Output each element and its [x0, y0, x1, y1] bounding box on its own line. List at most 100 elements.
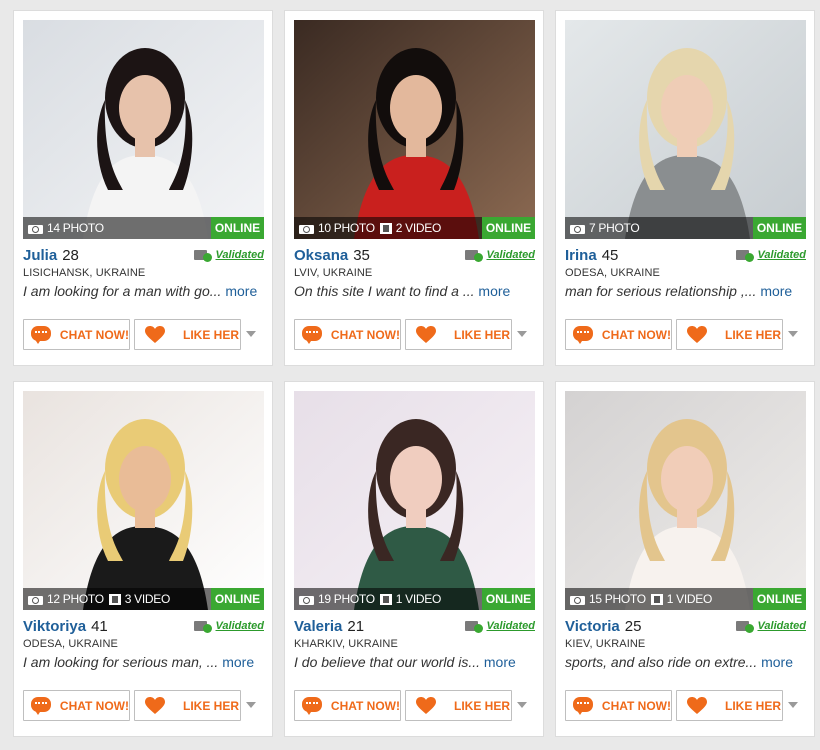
profile-card[interactable]: 7 PHOTO ONLINE Irina 45 Validated ODESA, UKRA… [555, 10, 815, 366]
heart-icon [416, 696, 436, 715]
profile-name[interactable]: Viktoriya [23, 618, 86, 635]
chat-now-button[interactable]: CHAT NOW! [294, 690, 401, 721]
profile-age: 35 [353, 246, 370, 264]
bio-text: I am looking for a man with go... [23, 283, 222, 299]
validated-link[interactable]: Validated [735, 249, 807, 262]
profile-photo[interactable]: 10 PHOTO 2 VIDEO ONLINE [294, 20, 535, 239]
online-badge: ONLINE [482, 588, 535, 610]
online-badge: ONLINE [753, 217, 806, 239]
chat-now-label: CHAT NOW! [59, 327, 129, 342]
more-options-caret-icon[interactable] [517, 331, 527, 337]
profile-name[interactable]: Victoria [565, 618, 620, 635]
profile-card[interactable]: 19 PHOTO 1 VIDEO ONLINE Valeria 21 Validated K… [284, 381, 544, 737]
like-her-label: LIKE HER [725, 327, 782, 342]
camera-icon [28, 223, 43, 234]
name-row: Viktoriya 41 Validated [23, 617, 264, 635]
profile-card[interactable]: 12 PHOTO 3 VIDEO ONLINE Viktoriya 41 Validate… [13, 381, 273, 737]
like-her-button[interactable]: LIKE HER [405, 319, 512, 350]
validated-label: Validated [215, 620, 265, 632]
more-link[interactable]: more [484, 654, 516, 670]
profile-photo[interactable]: 12 PHOTO 3 VIDEO ONLINE [23, 391, 264, 610]
online-badge: ONLINE [211, 588, 264, 610]
id-card-check-icon [193, 249, 212, 262]
heart-icon [687, 325, 707, 344]
more-link[interactable]: more [225, 283, 257, 299]
profile-photo[interactable]: 15 PHOTO 1 VIDEO ONLINE [565, 391, 806, 610]
chat-bubble-icon [31, 696, 53, 715]
video-count: 1 VIDEO [395, 592, 442, 606]
id-card-check-icon [193, 620, 212, 633]
camera-icon [570, 223, 585, 234]
validated-label: Validated [757, 249, 807, 261]
profile-card[interactable]: 15 PHOTO 1 VIDEO ONLINE Victoria 25 Validated… [555, 381, 815, 737]
film-icon [379, 222, 392, 234]
validated-link[interactable]: Validated [193, 620, 265, 633]
profile-age: 25 [624, 617, 642, 635]
profile-location: KIEV, UKRAINE [565, 638, 646, 650]
validated-link[interactable]: Validated [464, 249, 535, 262]
id-card-check-icon [735, 620, 754, 633]
profile-bio: man for serious relationship ,... more [565, 283, 810, 299]
camera-icon [28, 594, 43, 605]
like-her-button[interactable]: LIKE HER [676, 690, 783, 721]
like-her-label: LIKE HER [454, 698, 511, 713]
profile-card[interactable]: 14 PHOTO ONLINE Julia 28 Validated LISICHANSK… [13, 10, 273, 366]
camera-icon [299, 223, 314, 234]
profile-photo[interactable]: 14 PHOTO ONLINE [23, 20, 264, 239]
more-options-caret-icon[interactable] [517, 702, 527, 708]
heart-icon [145, 325, 165, 344]
profile-name[interactable]: Oksana [294, 247, 348, 264]
validated-label: Validated [486, 620, 536, 632]
like-her-label: LIKE HER [183, 327, 240, 342]
more-options-caret-icon[interactable] [788, 702, 798, 708]
profile-age: 28 [62, 246, 79, 264]
profile-grid: 14 PHOTO ONLINE Julia 28 Validated LISICHANSK… [0, 0, 820, 750]
more-options-caret-icon[interactable] [246, 702, 256, 708]
more-options-caret-icon[interactable] [246, 331, 256, 337]
like-her-button[interactable]: LIKE HER [676, 319, 783, 350]
chat-now-button[interactable]: CHAT NOW! [565, 319, 672, 350]
like-her-button[interactable]: LIKE HER [134, 690, 241, 721]
chat-bubble-icon [302, 325, 324, 344]
profile-name[interactable]: Julia [23, 247, 57, 264]
chat-now-button[interactable]: CHAT NOW! [23, 319, 130, 350]
profile-photo[interactable]: 19 PHOTO 1 VIDEO ONLINE [294, 391, 535, 610]
more-link[interactable]: more [760, 283, 792, 299]
chat-now-label: CHAT NOW! [330, 698, 400, 713]
chat-now-button[interactable]: CHAT NOW! [565, 690, 672, 721]
chat-now-button[interactable]: CHAT NOW! [294, 319, 401, 350]
profile-name[interactable]: Irina [565, 247, 597, 264]
validated-link[interactable]: Validated [193, 249, 265, 262]
more-options-caret-icon[interactable] [788, 331, 798, 337]
chat-bubble-icon [31, 325, 53, 344]
heart-icon [145, 696, 165, 715]
profile-age: 21 [347, 617, 365, 635]
validated-label: Validated [215, 249, 265, 261]
camera-icon [299, 594, 314, 605]
more-link[interactable]: more [761, 654, 793, 670]
chat-now-button[interactable]: CHAT NOW! [23, 690, 130, 721]
chat-bubble-icon [302, 696, 324, 715]
profile-name[interactable]: Valeria [294, 618, 342, 635]
chat-now-label: CHAT NOW! [601, 698, 671, 713]
photo-count: 12 PHOTO [47, 592, 104, 606]
profile-bio: I do believe that our world is... more [294, 654, 539, 670]
like-her-button[interactable]: LIKE HER [134, 319, 241, 350]
online-badge: ONLINE [211, 217, 264, 239]
chat-now-label: CHAT NOW! [59, 698, 129, 713]
profile-bio: I am looking for serious man, ... more [23, 654, 268, 670]
more-link[interactable]: more [478, 283, 510, 299]
name-row: Victoria 25 Validated [565, 617, 806, 635]
profile-photo[interactable]: 7 PHOTO ONLINE [565, 20, 806, 239]
like-her-button[interactable]: LIKE HER [405, 690, 512, 721]
chat-bubble-icon [573, 325, 595, 344]
bio-text: sports, and also ride on extre... [565, 654, 758, 670]
validated-label: Validated [757, 620, 807, 632]
profile-age: 41 [91, 617, 108, 635]
validated-link[interactable]: Validated [735, 620, 807, 633]
more-link[interactable]: more [222, 654, 254, 670]
chat-now-label: CHAT NOW! [330, 327, 400, 342]
validated-link[interactable]: Validated [464, 620, 536, 633]
id-card-check-icon [464, 249, 483, 262]
profile-card[interactable]: 10 PHOTO 2 VIDEO ONLINE Oksana 35 Validated LV… [284, 10, 544, 366]
